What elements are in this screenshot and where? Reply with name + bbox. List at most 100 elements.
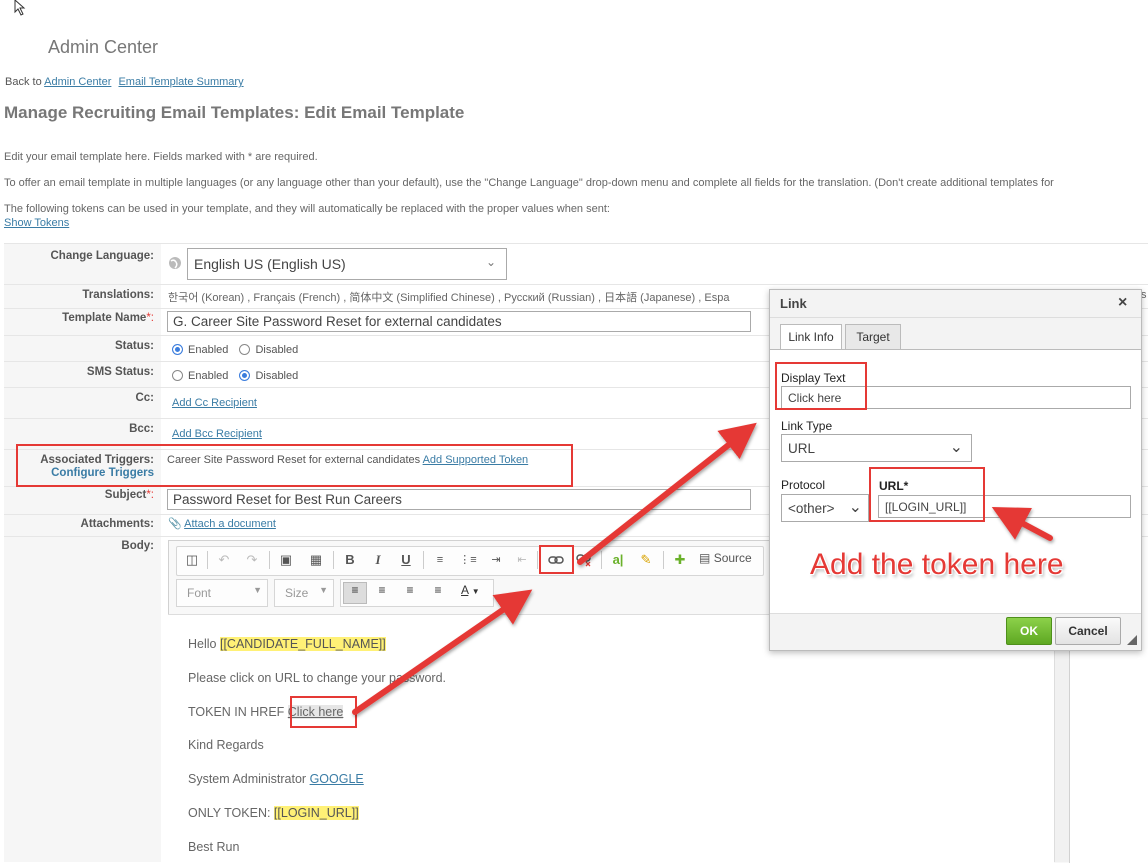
source-button[interactable]: ▤ Source (699, 551, 752, 565)
status-label: Status: (115, 340, 154, 352)
change-language-select[interactable]: English US (English US) ⌄ (187, 248, 507, 280)
tab-target[interactable]: Target (845, 324, 901, 350)
required-marker: *: (146, 489, 154, 501)
email-template-summary-link[interactable]: Email Template Summary (118, 76, 243, 88)
align-left-icon[interactable]: ≡ (343, 582, 367, 604)
dropdown-arrow-icon: ▼ (253, 585, 262, 595)
subject-input[interactable]: Password Reset for Best Run Careers (167, 489, 751, 510)
outdent-icon[interactable]: ⇤ (511, 549, 533, 571)
align-right-icon[interactable]: ≡ (399, 583, 421, 597)
text-color-icon[interactable]: A ▼ (461, 583, 489, 597)
body-line-hello: Hello [[CANDIDATE_FULL_NAME]] (188, 637, 386, 651)
highlight-link-button (539, 545, 574, 574)
show-tokens-link[interactable]: Show Tokens (4, 217, 69, 229)
intro-language-note: To offer an email template in multiple l… (4, 177, 1054, 189)
back-prefix: Back to (5, 76, 42, 88)
bold-icon[interactable]: B (339, 549, 361, 571)
dialog-title: Link (780, 296, 807, 311)
chevron-down-icon: ⌄ (485, 255, 496, 269)
source-icon: ▤ (699, 551, 711, 565)
status-options: Enabled Disabled (172, 344, 298, 356)
add-bcc-recipient-link[interactable]: Add Bcc Recipient (172, 428, 262, 440)
language-value: English US (English US) (194, 256, 346, 272)
align-justify-icon[interactable]: ≡ (427, 583, 449, 597)
image-icon[interactable]: ▣ (275, 549, 297, 571)
highlight-url (869, 467, 985, 522)
intro-required-note: Edit your email template here. Fields ma… (4, 151, 318, 163)
spellcheck-icon[interactable]: a| (607, 549, 629, 571)
body-line-please: Please click on URL to change your passw… (188, 671, 447, 685)
bcc-label: Bcc: (129, 423, 154, 435)
ok-button[interactable]: OK (1006, 617, 1052, 645)
login-url-token: [[LOGIN_URL]] (273, 806, 359, 820)
unlink-icon[interactable] (573, 549, 595, 571)
attach-document[interactable]: 📎 Attach a document (168, 517, 276, 530)
highlight-triggers (16, 444, 573, 487)
chevron-down-icon: ⌄ (949, 439, 963, 456)
paperclip-icon: 📎 (168, 518, 182, 530)
annotation-text: Add the token here (810, 548, 1064, 581)
sms-disabled-radio[interactable] (239, 370, 251, 381)
font-select[interactable]: Font ▼ (176, 579, 268, 607)
sms-enabled-radio[interactable] (172, 370, 183, 381)
editor-scrollbar[interactable] (1054, 614, 1069, 862)
attach-document-link[interactable]: Attach a document (184, 518, 276, 530)
italic-icon[interactable]: I (367, 549, 389, 571)
bulleted-list-icon[interactable]: ⋮≡ (457, 549, 479, 571)
preview-icon[interactable]: ◫ (181, 549, 203, 571)
attachments-label: Attachments: (80, 518, 154, 530)
highlight-display-text (775, 362, 867, 410)
resize-handle-icon[interactable] (1127, 635, 1137, 645)
google-link[interactable]: GOOGLE (310, 772, 364, 786)
breadcrumb: Back to Admin Center Email Template Summ… (5, 76, 244, 88)
chevron-down-icon: ⌄ (848, 499, 862, 516)
dropdown-arrow-icon: ▼ (319, 585, 328, 595)
body-line-sysadmin: System Administrator GOOGLE (188, 772, 364, 786)
admin-center-link[interactable]: Admin Center (44, 76, 111, 88)
cancel-button[interactable]: Cancel (1055, 617, 1121, 645)
cc-label: Cc: (135, 392, 154, 404)
template-name-input[interactable]: G. Career Site Password Reset for extern… (167, 311, 751, 332)
status-enabled-radio[interactable] (172, 344, 183, 355)
sms-status-label: SMS Status: (86, 366, 154, 378)
app-title: Admin Center (48, 37, 159, 57)
add-cc-recipient-link[interactable]: Add Cc Recipient (172, 397, 257, 409)
insert-token-icon[interactable]: ✚ (669, 549, 691, 571)
sms-options: Enabled Disabled (172, 370, 298, 382)
remove-format-icon[interactable]: ✎ (635, 549, 657, 571)
undo-icon[interactable]: ↶ (213, 549, 235, 571)
numbered-list-icon[interactable]: ≡ (429, 549, 451, 571)
required-marker: *: (146, 312, 154, 324)
close-icon[interactable]: × (1118, 294, 1127, 312)
protocol-select[interactable]: <other> ⌄ (781, 494, 869, 522)
indent-icon[interactable]: ⇥ (485, 549, 507, 571)
alignment-group: ≡ ≡ ≡ ≡ A ▼ (340, 579, 494, 607)
underline-icon[interactable]: U (395, 549, 417, 571)
status-disabled-radio[interactable] (239, 344, 251, 355)
body-line-best-run: Best Run (188, 840, 240, 854)
dialog-titlebar: Link × (770, 290, 1141, 318)
align-center-icon[interactable]: ≡ (371, 583, 393, 597)
change-language-label: Change Language: (50, 250, 154, 262)
template-name-label: Template Name*: (62, 312, 154, 324)
intro-tokens-note: The following tokens can be used in your… (4, 203, 610, 215)
body-label: Body: (121, 540, 154, 552)
globe-icon (169, 257, 181, 269)
translations-list: 한국어 (Korean) , Français (French) , 简体中文 … (168, 292, 730, 304)
link-type-select[interactable]: URL ⌄ (781, 434, 972, 462)
body-line-regards: Kind Regards (188, 738, 264, 752)
candidate-name-token: [[CANDIDATE_FULL_NAME]] (219, 637, 386, 651)
editor-toolbar-row1: ◫ ↶ ↷ ▣ ▦ B I U ≡ ⋮≡ ⇥ ⇤ a| ✎ ✚ ▤ Source (176, 546, 764, 576)
body-line-only-token: ONLY TOKEN: [[LOGIN_URL]] (188, 806, 359, 820)
mouse-cursor-icon (14, 0, 26, 16)
translations-label: Translations: (82, 289, 154, 301)
link-type-label: Link Type (781, 419, 833, 433)
size-select[interactable]: Size ▼ (274, 579, 334, 607)
redo-icon[interactable]: ↷ (241, 549, 263, 571)
table-icon[interactable]: ▦ (305, 549, 327, 571)
page-title: Manage Recruiting Email Templates: Edit … (4, 103, 465, 122)
protocol-label: Protocol (781, 478, 826, 492)
tab-link-info[interactable]: Link Info (780, 324, 842, 350)
subject-label: Subject*: (104, 489, 154, 501)
editor-content[interactable] (168, 614, 1054, 863)
